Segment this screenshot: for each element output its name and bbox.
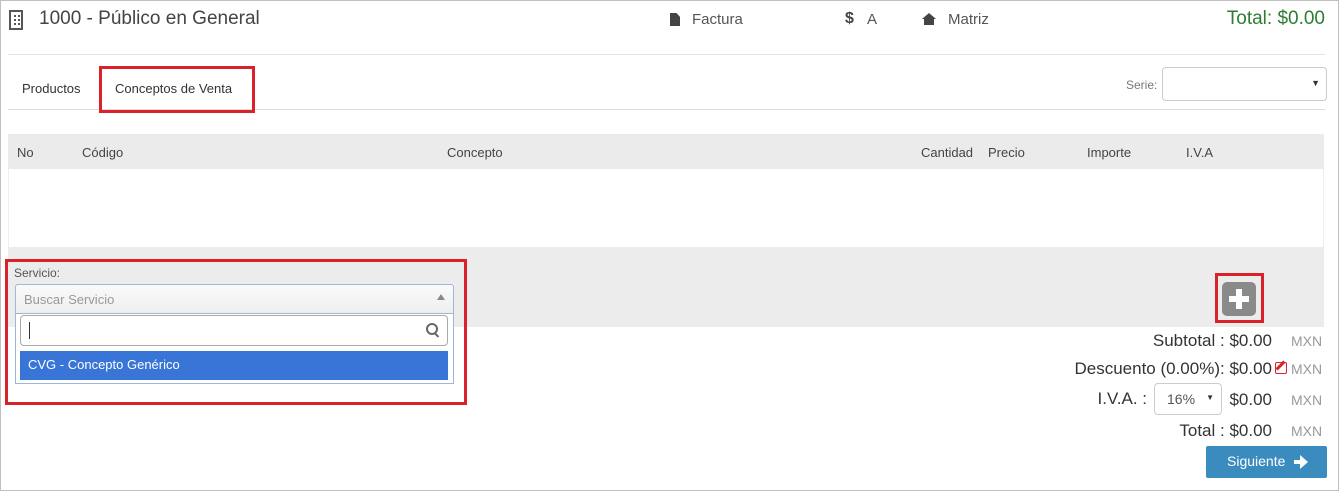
next-button[interactable]: Siguiente [1206, 446, 1327, 478]
caret-down-icon: ▼ [1311, 78, 1320, 88]
table-body [8, 169, 1324, 247]
iva-label: I.V.A. : [1097, 389, 1147, 408]
next-button-label: Siguiente [1227, 453, 1286, 469]
iva-currency: MXN [1291, 392, 1323, 408]
highlight-box-add [1215, 273, 1264, 323]
dollar-icon: $ [845, 10, 854, 27]
currency-label: A [867, 11, 878, 28]
descuento-row: Descuento (0.00%): $0.00 [1074, 359, 1272, 379]
subtotal-row: Subtotal : $0.00 [1153, 331, 1272, 351]
descuento-value: $0.00 [1229, 359, 1272, 378]
highlight-box-tab [99, 66, 255, 113]
tab-productos[interactable]: Productos [22, 81, 81, 96]
total-row: Total : $0.00 [1179, 421, 1272, 441]
column-header-iva: I.V.A [1186, 145, 1213, 160]
header-divider [8, 54, 1325, 55]
column-header-precio: Precio [988, 145, 1025, 160]
total-label: Total : [1179, 421, 1225, 440]
column-header-importe: Importe [1087, 145, 1132, 160]
subtotal-value: $0.00 [1229, 331, 1272, 350]
edit-icon[interactable] [1275, 362, 1287, 374]
iva-value: $0.00 [1229, 390, 1272, 409]
descuento-currency: MXN [1291, 361, 1323, 377]
table-header: No Código Concepto Cantidad Precio Impor… [8, 134, 1324, 169]
building-icon [9, 10, 23, 30]
column-header-codigo: Código [82, 145, 124, 160]
document-type: Factura [692, 11, 743, 28]
descuento-label: Descuento (0.00%): [1074, 359, 1225, 378]
caret-down-icon: ▼ [1206, 393, 1214, 402]
branch-name: Matriz [948, 11, 989, 28]
arrow-right-icon [1294, 455, 1308, 469]
iva-rate-select[interactable]: 16% ▼ [1154, 383, 1222, 415]
header-total: Total: $0.00 [1226, 8, 1325, 29]
client-name: 1000 - Público en General [39, 8, 260, 29]
subtotal-label: Subtotal : [1152, 331, 1225, 350]
subtotal-currency: MXN [1291, 333, 1323, 349]
iva-rate-value: 16% [1167, 391, 1196, 407]
serie-label: Serie: [1126, 78, 1158, 92]
column-header-cantidad: Cantidad [921, 145, 974, 160]
total-currency: MXN [1291, 423, 1323, 439]
home-icon [922, 13, 936, 25]
column-header-concepto: Concepto [447, 145, 503, 160]
total-value: $0.00 [1229, 421, 1272, 440]
highlight-box-servicio [5, 259, 467, 405]
serie-select[interactable]: ▼ [1162, 67, 1327, 101]
column-header-no: No [17, 145, 34, 160]
